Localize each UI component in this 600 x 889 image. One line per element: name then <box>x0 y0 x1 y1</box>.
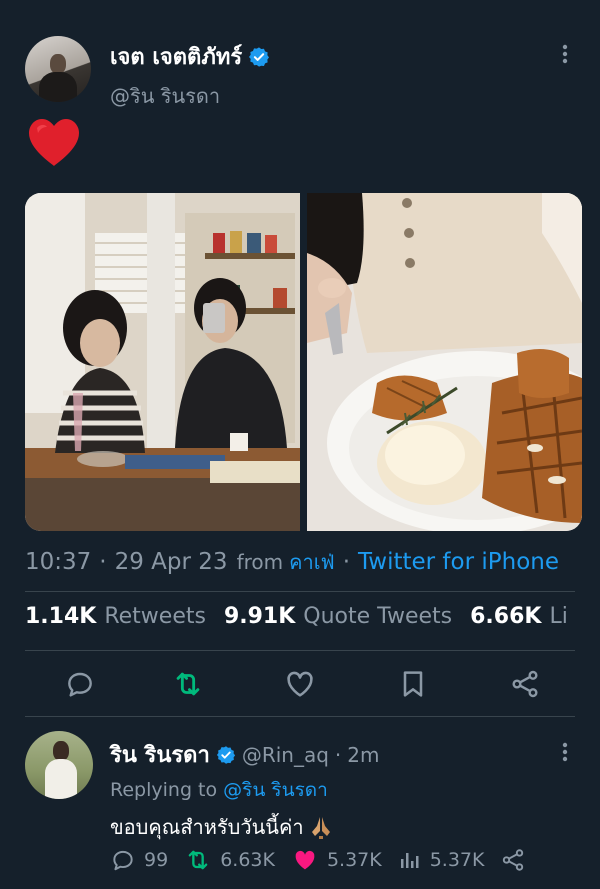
verified-badge-icon <box>216 745 235 764</box>
tweet-timestamp-line: 10:37 · 29 Apr 23 from คาเฟ่ · Twitter f… <box>25 546 559 578</box>
share-icon <box>503 849 524 871</box>
like-button[interactable] <box>282 664 318 704</box>
separator-dot: · <box>342 549 351 575</box>
reply-author-handle[interactable]: @Rin_aq <box>242 743 329 767</box>
reply-icon <box>68 672 92 697</box>
reply-author-name[interactable]: ริน รินรดา <box>110 737 210 772</box>
tweet-client-link[interactable]: Twitter for iPhone <box>358 549 559 575</box>
red-heart-emoji-icon <box>29 119 79 166</box>
reply-time: 2m <box>347 742 380 767</box>
reply-retweets-count: 6.63K <box>220 849 275 871</box>
quote-tweets-count[interactable]: 9.91K <box>224 604 295 629</box>
quote-tweets-label[interactable]: Quote Tweets <box>303 604 452 629</box>
replying-to-handle[interactable]: @ริน รินรดา <box>223 779 328 801</box>
retweet-icon <box>188 850 208 870</box>
share-button[interactable] <box>507 664 543 704</box>
separator-dot: · <box>334 742 342 767</box>
divider <box>25 716 575 717</box>
liked-heart-icon <box>295 850 315 870</box>
photo-waffle-dessert[interactable] <box>307 193 582 531</box>
tweet-header: เจต เจตติภัทร์ @ริน รินรดา <box>25 36 575 108</box>
reply-author-avatar[interactable] <box>25 731 93 799</box>
divider <box>25 591 575 592</box>
retweets-label[interactable]: Retweets <box>104 604 206 629</box>
bookmark-icon <box>403 671 423 697</box>
reply-header: ริน รินรดา @Rin_aq · 2m <box>110 737 380 772</box>
separator-dot: · <box>99 549 107 575</box>
reply-body: ขอบคุณสำหรับวันนี้ค่า <box>110 815 304 839</box>
tweet-date[interactable]: 29 Apr 23 <box>115 549 228 575</box>
reply-views-button[interactable]: 5.37K <box>398 848 485 872</box>
reply-replies-count: 99 <box>144 849 169 871</box>
photo-cafe-mirror[interactable] <box>25 193 300 531</box>
reply-views-count: 5.37K <box>429 849 485 871</box>
tweet-time[interactable]: 10:37 <box>25 549 91 575</box>
retweet-icon <box>176 672 200 696</box>
tweet-action-bar <box>25 664 575 708</box>
views-chart-icon <box>400 853 419 868</box>
author-handle[interactable]: @ริน รินรดา <box>110 80 220 112</box>
folded-hands-emoji-icon <box>311 817 330 839</box>
tweet-stats: 1.14K Retweets 9.91K Quote Tweets 6.66K … <box>25 604 586 629</box>
reply-likes-count: 5.37K <box>326 849 382 871</box>
reply-retweet-button[interactable]: 6.63K <box>184 846 275 874</box>
reply-text: ขอบคุณสำหรับวันนี้ค่า <box>110 811 334 843</box>
reply-tweet[interactable]: ริน รินรดา @Rin_aq · 2m Replying to @ริน… <box>25 731 575 876</box>
retweet-button[interactable] <box>170 664 206 704</box>
author-name-row: เจต เจตติภัทร์ <box>110 39 270 74</box>
bookmark-button[interactable] <box>395 664 431 704</box>
divider <box>25 650 575 651</box>
replying-to-line: Replying to @ริน รินรดา <box>110 775 328 805</box>
retweets-count[interactable]: 1.14K <box>25 604 96 629</box>
from-label: from <box>236 550 284 574</box>
reply-icon <box>113 850 133 871</box>
reply-reply-button[interactable]: 99 <box>110 847 168 873</box>
author-avatar[interactable] <box>25 36 91 102</box>
reply-like-button[interactable]: 5.37K <box>291 846 382 874</box>
likes-label[interactable]: Li <box>549 604 567 629</box>
share-icon <box>512 670 538 698</box>
more-options-icon[interactable] <box>555 42 575 66</box>
media-grid <box>25 193 582 531</box>
tweet-location-link[interactable]: คาเฟ่ <box>289 546 335 578</box>
like-icon <box>287 671 313 697</box>
replying-to-label: Replying to <box>110 779 218 801</box>
likes-count[interactable]: 6.66K <box>470 604 541 629</box>
reply-button[interactable] <box>62 664 98 704</box>
more-options-icon[interactable] <box>555 740 575 764</box>
reply-share-button[interactable] <box>500 847 526 873</box>
author-display-name[interactable]: เจต เจตติภัทร์ <box>110 39 242 74</box>
verified-badge-icon <box>249 46 270 67</box>
reply-action-bar: 99 6.63K 5.37K 5.37K <box>110 846 542 874</box>
